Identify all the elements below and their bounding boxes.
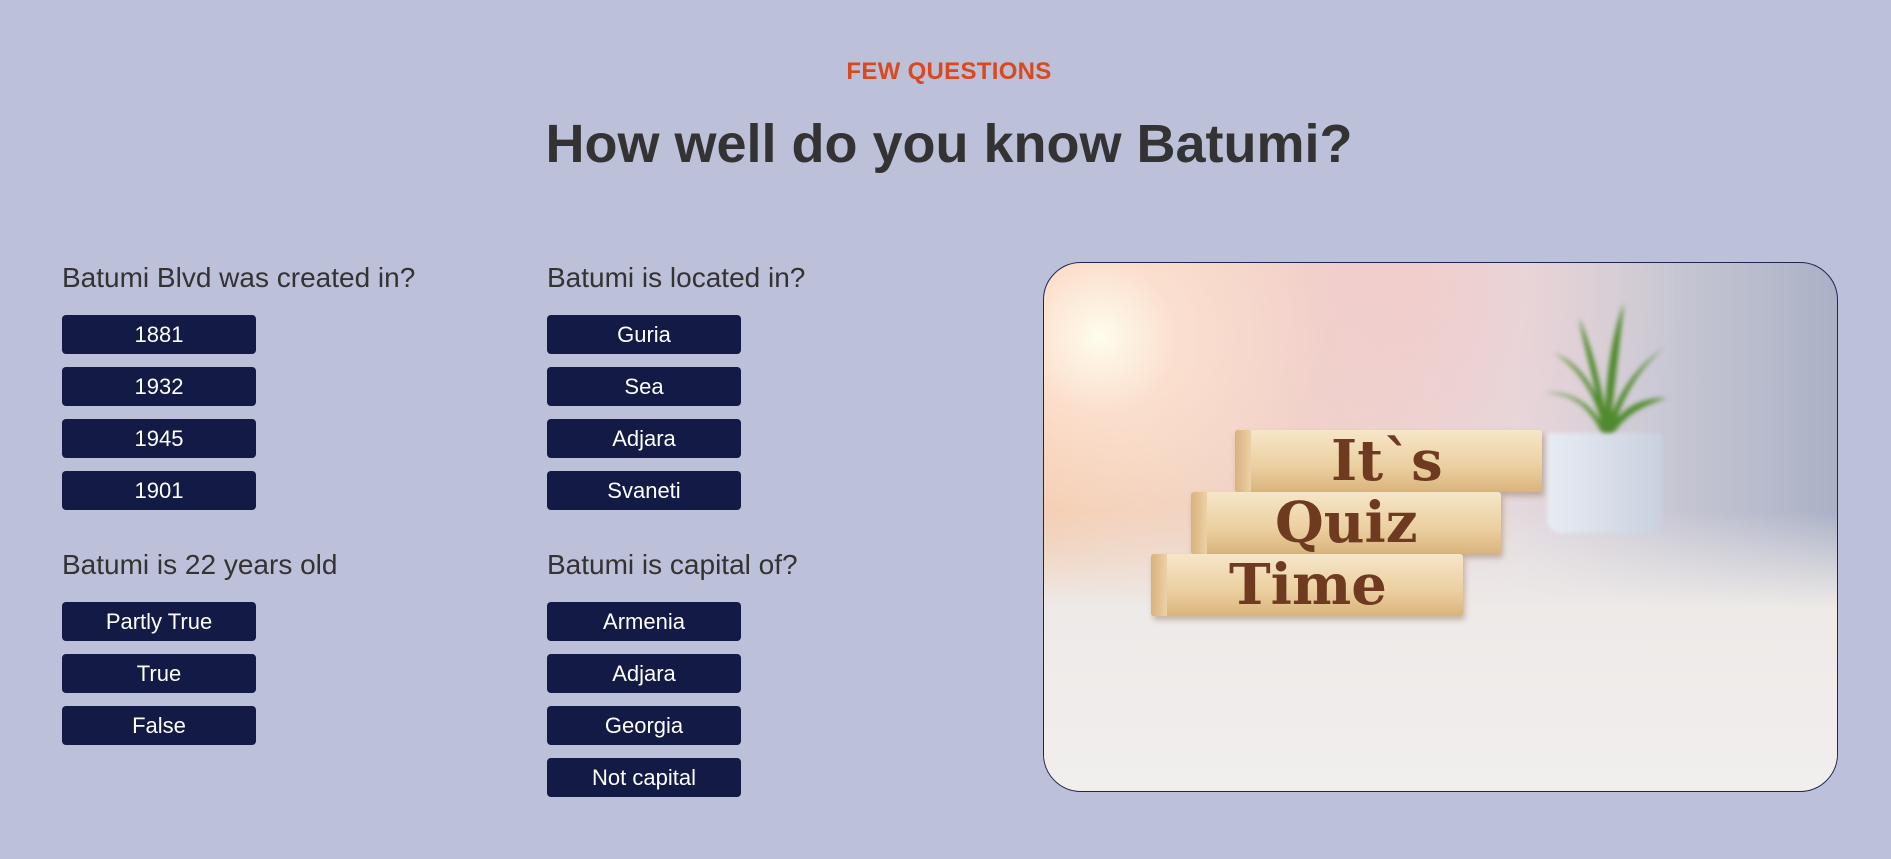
question-title: Batumi is located in? bbox=[547, 262, 806, 293]
question-card: Batumi is 22 years old Partly True True … bbox=[62, 548, 522, 758]
plant-pot bbox=[1547, 433, 1662, 533]
answer-button[interactable]: 1881 bbox=[62, 315, 256, 354]
wood-block: It`s bbox=[1235, 430, 1542, 492]
section-eyebrow: FEW QUESTIONS bbox=[846, 58, 1052, 85]
wood-block: Quiz bbox=[1191, 492, 1501, 554]
answer-button[interactable]: Adjara bbox=[547, 654, 741, 693]
answer-options: Partly True True False bbox=[62, 602, 522, 745]
question-card: Batumi is located in? Guria Sea Adjara S… bbox=[547, 261, 1007, 523]
answer-button[interactable]: Georgia bbox=[547, 706, 741, 745]
block-text: It`s bbox=[1331, 428, 1443, 494]
question-card: Batumi is capital of? Armenia Adjara Geo… bbox=[547, 548, 1007, 810]
answer-options: Guria Sea Adjara Svaneti bbox=[547, 315, 1007, 510]
answer-button[interactable]: Adjara bbox=[547, 419, 741, 458]
answer-button[interactable]: Armenia bbox=[547, 602, 741, 641]
answer-button[interactable]: 1932 bbox=[62, 367, 256, 406]
question-title: Batumi Blvd was created in? bbox=[62, 262, 416, 293]
quiz-illustration: It`s Quiz Time bbox=[1043, 262, 1838, 792]
answer-button[interactable]: False bbox=[62, 706, 256, 745]
answer-button[interactable]: Not capital bbox=[547, 758, 741, 797]
answer-button[interactable]: Sea bbox=[547, 367, 741, 406]
page-title: How well do you know Batumi? bbox=[545, 114, 1353, 174]
answer-button[interactable]: Guria bbox=[547, 315, 741, 354]
answer-button[interactable]: True bbox=[62, 654, 256, 693]
answer-options: 1881 1932 1945 1901 bbox=[62, 315, 522, 510]
question-card: Batumi Blvd was created in? 1881 1932 19… bbox=[62, 261, 522, 523]
answer-button[interactable]: Partly True bbox=[62, 602, 256, 641]
plant-icon bbox=[1544, 303, 1667, 438]
question-title: Batumi is capital of? bbox=[547, 549, 798, 580]
answer-button[interactable]: Svaneti bbox=[547, 471, 741, 510]
answer-button[interactable]: 1901 bbox=[62, 471, 256, 510]
answer-options: Armenia Adjara Georgia Not capital bbox=[547, 602, 1007, 797]
answer-button[interactable]: 1945 bbox=[62, 419, 256, 458]
block-text: Quiz bbox=[1275, 490, 1418, 556]
question-title: Batumi is 22 years old bbox=[62, 549, 338, 580]
wood-block: Time bbox=[1151, 554, 1463, 616]
block-text: Time bbox=[1229, 552, 1387, 618]
